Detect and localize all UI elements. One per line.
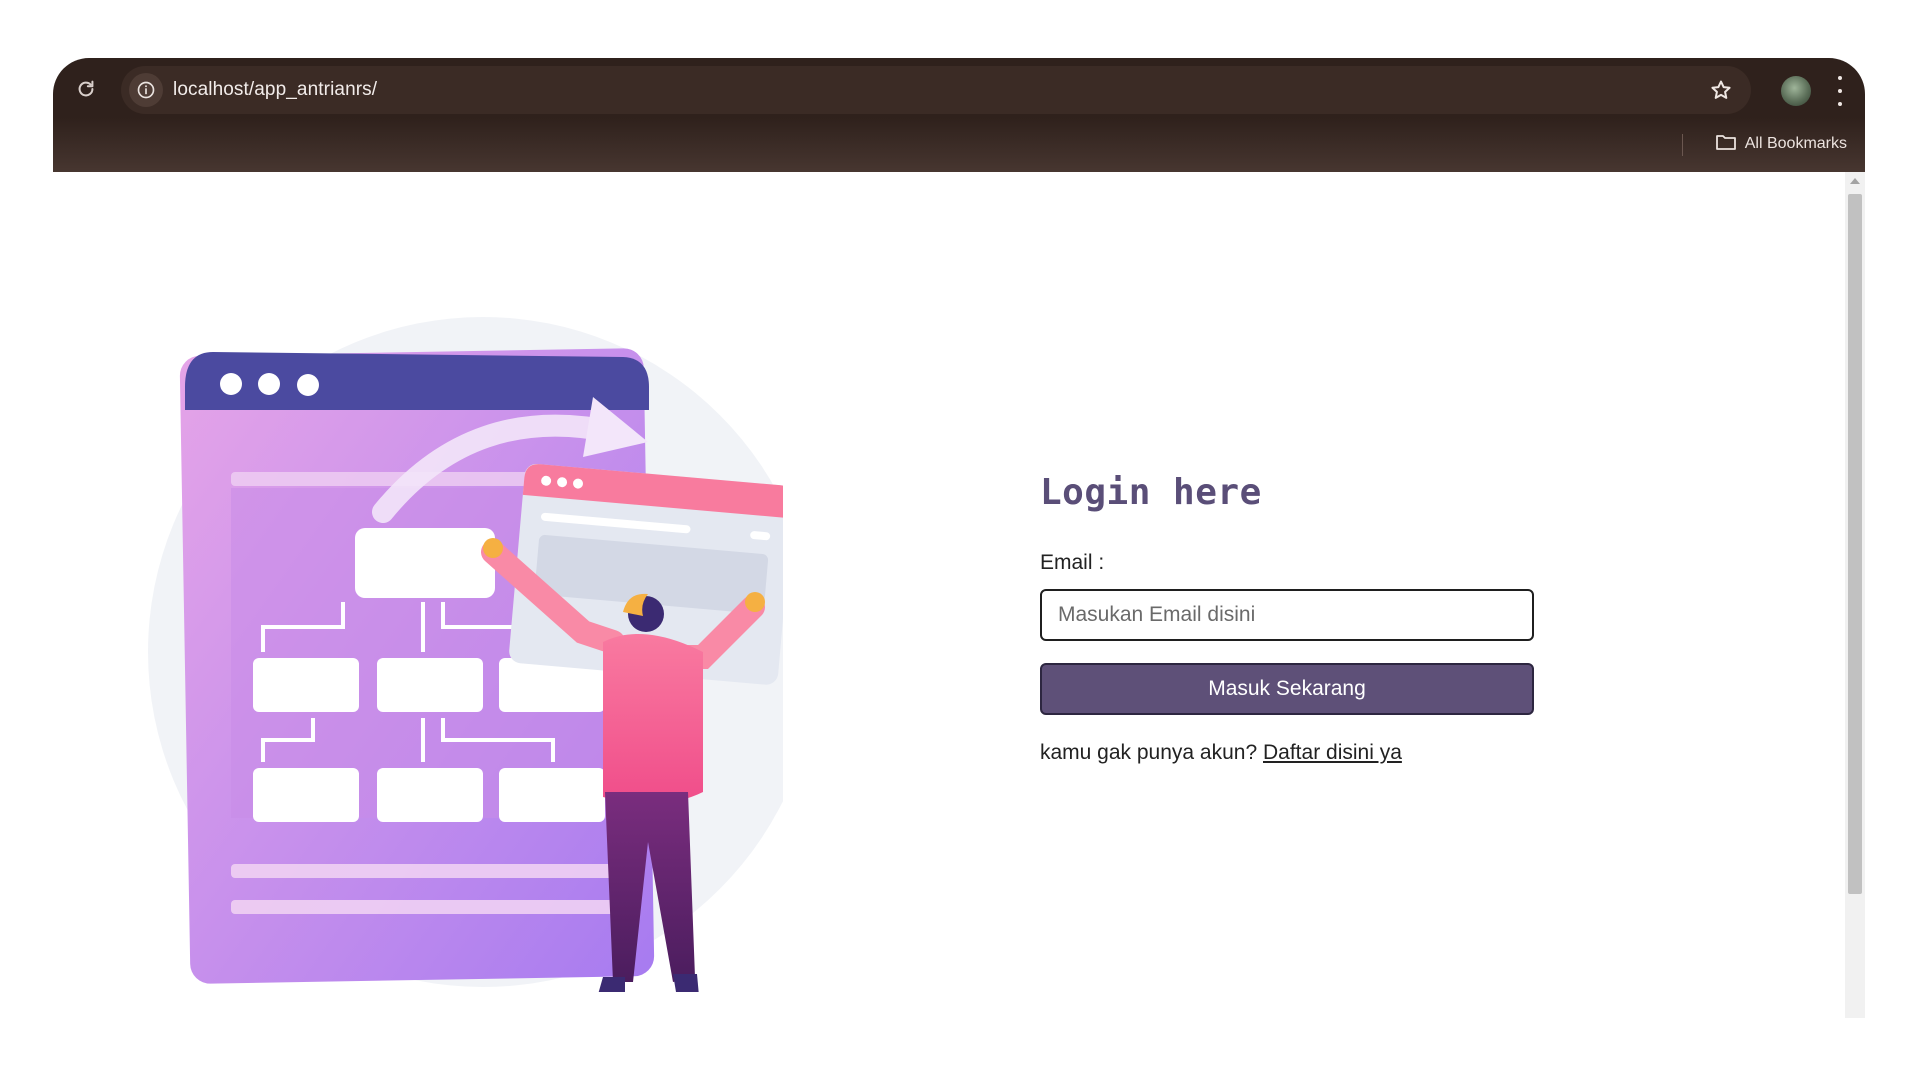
scrollbar-thumb[interactable]: [1848, 194, 1862, 894]
address-bar[interactable]: localhost/app_antrianrs/: [121, 66, 1751, 114]
all-bookmarks-label: All Bookmarks: [1744, 135, 1847, 152]
bookmark-star-icon[interactable]: [1707, 76, 1735, 104]
reload-icon[interactable]: [73, 76, 99, 102]
scroll-up-arrow-icon[interactable]: [1850, 178, 1860, 184]
register-link[interactable]: Daftar disini ya: [1263, 741, 1402, 764]
login-title: Login here: [1040, 472, 1262, 513]
browser-toolbar: localhost/app_antrianrs/ All Bookmarks: [53, 58, 1865, 172]
login-form: Login here Email : Masuk Sekarang kamu g…: [1040, 472, 1540, 765]
site-info-icon[interactable]: [129, 73, 163, 107]
browser-window: localhost/app_antrianrs/ All Bookmarks L…: [53, 58, 1865, 1018]
all-bookmarks-button[interactable]: All Bookmarks: [1715, 130, 1847, 158]
url-text[interactable]: localhost/app_antrianrs/: [173, 79, 377, 101]
vertical-scrollbar[interactable]: [1845, 172, 1865, 1018]
page-content: Login here Email : Masuk Sekarang kamu g…: [53, 172, 1865, 1018]
register-prompt-text: kamu gak punya akun?: [1040, 741, 1258, 764]
email-label: Email :: [1040, 551, 1105, 574]
profile-avatar[interactable]: [1781, 76, 1811, 106]
menu-icon[interactable]: [1831, 76, 1849, 106]
register-prompt: kamu gak punya akun? Daftar disini ya: [1040, 741, 1540, 765]
email-field[interactable]: [1040, 589, 1534, 641]
folder-icon: [1715, 133, 1737, 156]
login-submit-button[interactable]: Masuk Sekarang: [1040, 663, 1534, 715]
login-illustration: [148, 317, 783, 992]
bookmark-divider: [1682, 134, 1683, 156]
